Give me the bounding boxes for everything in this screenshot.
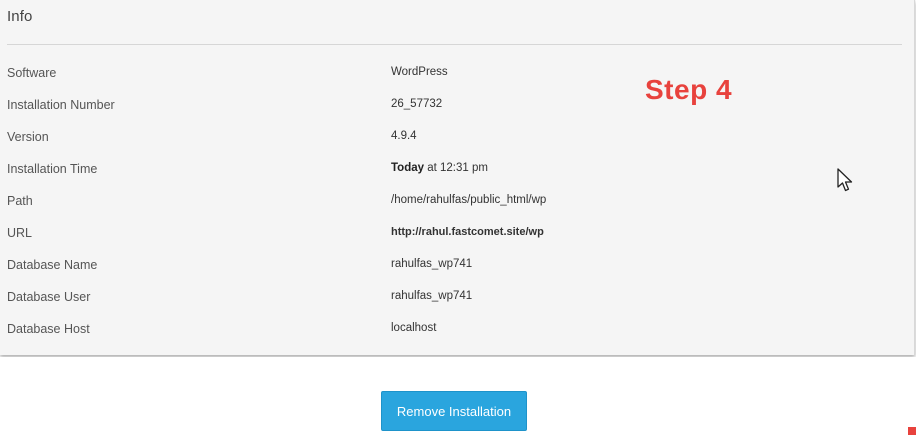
installation-info-panel: Info Software WordPress Installation Num… [0, 0, 915, 355]
detail-value: /home/rahulfas/public_html/wp [391, 194, 547, 206]
detail-row-version: Version 4.9.4 [0, 130, 914, 162]
panel-title: Info [7, 8, 33, 25]
detail-label: URL [7, 226, 33, 240]
detail-value-time: Today at 12:31 pm [391, 162, 488, 174]
detail-row-database-name: Database Name rahulfas_wp741 [0, 258, 914, 290]
corner-marker [908, 427, 916, 435]
detail-label: Path [7, 194, 33, 208]
mouse-pointer-icon [837, 168, 853, 192]
detail-value: rahulfas_wp741 [391, 258, 473, 270]
remove-installation-button[interactable]: Remove Installation [381, 391, 527, 431]
detail-label: Installation Time [7, 162, 98, 176]
detail-label: Database Host [7, 322, 90, 336]
time-clock: at 12:31 pm [424, 162, 488, 174]
detail-label: Database User [7, 290, 91, 304]
detail-value: 4.9.4 [391, 130, 417, 142]
title-divider [7, 44, 902, 45]
detail-label: Database Name [7, 258, 98, 272]
detail-value: localhost [391, 322, 437, 334]
detail-label: Version [7, 130, 49, 144]
detail-row-database-user: Database User rahulfas_wp741 [0, 290, 914, 322]
detail-row-software: Software WordPress [0, 66, 914, 98]
detail-value: 26_57732 [391, 98, 443, 110]
detail-value: rahulfas_wp741 [391, 290, 473, 302]
step-annotation: Step 4 [645, 74, 733, 105]
detail-row-url: URL http://rahul.fastcomet.site/wp [0, 226, 914, 258]
detail-row-database-host: Database Host localhost [0, 322, 914, 354]
detail-value-url: http://rahul.fastcomet.site/wp [391, 226, 544, 238]
detail-label: Installation Number [7, 98, 115, 112]
detail-label: Software [7, 66, 57, 80]
detail-row-installation-time: Installation Time Today at 12:31 pm [0, 162, 914, 194]
time-today: Today [391, 162, 425, 174]
detail-row-path: Path /home/rahulfas/public_html/wp [0, 194, 914, 226]
detail-row-installation-number: Installation Number 26_57732 [0, 98, 914, 130]
detail-value: WordPress [391, 66, 448, 78]
